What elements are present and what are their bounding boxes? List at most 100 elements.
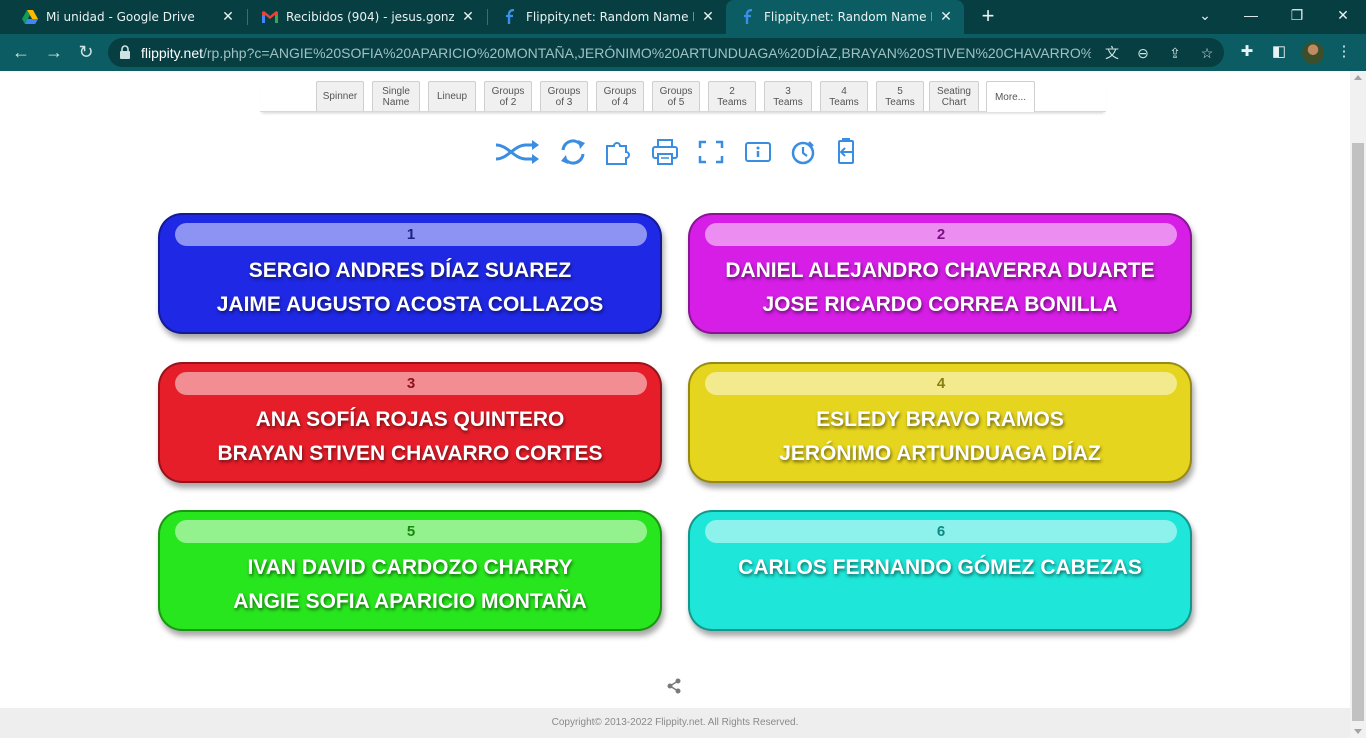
- close-tab-icon[interactable]: ✕: [938, 9, 954, 25]
- tab-label: 4: [841, 85, 847, 97]
- scroll-down-arrow-icon[interactable]: [1354, 729, 1362, 734]
- tab-label: Single: [382, 85, 410, 97]
- group-card-3: 3 ANA SOFÍA ROJAS QUINTERO BRAYAN STIVEN…: [158, 362, 662, 483]
- tab-title: Flippity.net: Random Name Picke: [764, 10, 932, 24]
- print-icon[interactable]: [650, 137, 680, 167]
- member-name: ANGIE SOFIA APARICIO MONTAÑA: [233, 590, 587, 613]
- tab-label: 3: [785, 85, 791, 97]
- scrollbar-thumb[interactable]: [1352, 143, 1364, 721]
- refresh-icon[interactable]: [558, 137, 588, 167]
- tab-groups-of-5[interactable]: Groups of 5: [652, 81, 700, 111]
- puzzle-icon[interactable]: [604, 137, 634, 167]
- zoom-icon[interactable]: ⊖: [1133, 43, 1153, 63]
- tab-label: Teams: [829, 96, 859, 108]
- scroll-up-arrow-icon[interactable]: [1354, 75, 1362, 80]
- tab-2-teams[interactable]: 2 Teams: [708, 81, 756, 111]
- tab-spinner[interactable]: Spinner: [316, 81, 364, 111]
- tab-label: Teams: [885, 96, 915, 108]
- tab-search-icon[interactable]: ⌄: [1182, 0, 1228, 30]
- group-card-2: 2 DANIEL ALEJANDRO CHAVERRA DUARTE JOSE …: [688, 213, 1192, 334]
- close-tab-icon[interactable]: ✕: [220, 9, 236, 25]
- browser-menu-icon[interactable]: ⋮: [1334, 42, 1354, 62]
- close-window-button[interactable]: ✕: [1320, 0, 1366, 30]
- address-bar[interactable]: flippity.net/rp.php?c=ANGIE%20SOFIA%20AP…: [108, 38, 1224, 67]
- tab-groups-of-4[interactable]: Groups of 4: [596, 81, 644, 111]
- reload-icon[interactable]: ↻: [74, 40, 98, 64]
- member-name: JERÓNIMO ARTUNDUAGA DÍAZ: [779, 442, 1101, 465]
- share-icon[interactable]: [665, 677, 683, 695]
- group-number-bar: 2: [705, 223, 1177, 246]
- timer-icon[interactable]: [789, 137, 819, 167]
- tab-lineup[interactable]: Lineup: [428, 81, 476, 111]
- tab-label: Seating: [937, 85, 971, 97]
- url-path: /rp.php?c=ANGIE%20SOFIA%20APARICIO%20MON…: [203, 45, 1091, 61]
- member-name: CARLOS FERNANDO GÓMEZ CABEZAS: [738, 556, 1142, 579]
- group-number-bar: 3: [175, 372, 647, 395]
- group-number-bar: 6: [705, 520, 1177, 543]
- side-panel-icon[interactable]: ◧: [1269, 42, 1289, 62]
- page-footer: Copyright© 2013-2022 Flippity.net. All R…: [0, 708, 1350, 738]
- translate-icon[interactable]: 文: [1102, 43, 1122, 63]
- close-tab-icon[interactable]: ✕: [700, 9, 716, 25]
- lock-icon: [120, 45, 130, 59]
- member-name: IVAN DAVID CARDOZO CHARRY: [247, 556, 573, 579]
- tab-label: 2: [729, 85, 735, 97]
- member-name: DANIEL ALEJANDRO CHAVERRA DUARTE: [725, 259, 1155, 282]
- tab-groups-of-2[interactable]: Groups of 2: [484, 81, 532, 111]
- browser-tab-strip: Mi unidad - Google Drive ✕ Recibidos (90…: [0, 0, 1366, 34]
- share-page-icon[interactable]: ⇪: [1165, 43, 1185, 63]
- maximize-button[interactable]: ❐: [1274, 0, 1320, 30]
- export-icon[interactable]: [831, 137, 861, 167]
- group-number-bar: 4: [705, 372, 1177, 395]
- flippity-icon: [502, 9, 518, 25]
- info-icon[interactable]: [743, 137, 773, 167]
- member-name: ANA SOFÍA ROJAS QUINTERO: [255, 408, 565, 431]
- tab-label: Groups: [659, 85, 693, 97]
- tab-3-teams[interactable]: 3 Teams: [764, 81, 812, 111]
- page-scrollbar[interactable]: [1350, 71, 1366, 738]
- tab-label: Chart: [941, 96, 967, 108]
- browser-tab-gmail[interactable]: Recibidos (904) - jesus.gonzalez@ ✕: [248, 0, 486, 34]
- tab-groups-of-3[interactable]: Groups of 3: [540, 81, 588, 111]
- fullscreen-icon[interactable]: [696, 137, 726, 167]
- close-tab-icon[interactable]: ✕: [460, 9, 476, 25]
- tab-label: Groups: [547, 85, 581, 97]
- forward-arrow-icon[interactable]: →: [42, 40, 66, 64]
- tab-more[interactable]: More...: [986, 81, 1035, 112]
- tab-seating-chart[interactable]: Seating Chart: [929, 81, 979, 111]
- tab-label: of 2: [499, 96, 517, 108]
- group-members: ESLEDY BRAVO RAMOS JERÓNIMO ARTUNDUAGA D…: [690, 403, 1190, 471]
- tab-4-teams[interactable]: 4 Teams: [820, 81, 868, 111]
- browser-tab-google-drive[interactable]: Mi unidad - Google Drive ✕: [8, 0, 246, 34]
- profile-avatar[interactable]: [1302, 42, 1324, 64]
- tab-label: of 3: [555, 96, 573, 108]
- tab-5-teams[interactable]: 5 Teams: [876, 81, 924, 111]
- member-name: BRAYAN STIVEN CHAVARRO CORTES: [217, 442, 603, 465]
- tab-title: Recibidos (904) - jesus.gonzalez@: [286, 10, 454, 24]
- back-arrow-icon[interactable]: ←: [9, 40, 33, 64]
- browser-tab-flippity-active[interactable]: Flippity.net: Random Name Picke ✕: [726, 0, 964, 34]
- browser-tab-flippity-1[interactable]: Flippity.net: Random Name Picker ✕: [488, 0, 726, 34]
- minimize-button[interactable]: —: [1228, 0, 1274, 30]
- new-tab-button[interactable]: +: [976, 4, 1000, 28]
- tab-single-name[interactable]: Single Name: [372, 81, 420, 111]
- member-name: JOSE RICARDO CORREA BONILLA: [762, 293, 1118, 316]
- group-number-bar: 1: [175, 223, 647, 246]
- shuffle-icon[interactable]: [494, 137, 540, 167]
- bookmark-star-icon[interactable]: ☆: [1197, 43, 1217, 63]
- tab-label: Lineup: [436, 91, 468, 102]
- group-number-bar: 5: [175, 520, 647, 543]
- tab-title: Mi unidad - Google Drive: [46, 10, 195, 24]
- tab-label: More...: [994, 91, 1027, 103]
- tab-label: Teams: [717, 96, 747, 108]
- group-card-5: 5 IVAN DAVID CARDOZO CHARRY ANGIE SOFIA …: [158, 510, 662, 631]
- tab-label: of 4: [611, 96, 629, 108]
- tab-label: of 5: [667, 96, 685, 108]
- gmail-icon: [262, 9, 278, 25]
- mode-tabs-bar: Spinner Single Name Lineup Groups of 2 Gro…: [260, 81, 1106, 112]
- tab-title: Flippity.net: Random Name Picker: [526, 10, 694, 24]
- tab-label: Groups: [491, 85, 525, 97]
- group-card-4: 4 ESLEDY BRAVO RAMOS JERÓNIMO ARTUNDUAGA…: [688, 362, 1192, 483]
- extensions-puzzle-icon[interactable]: ✚: [1237, 42, 1257, 62]
- group-card-6: 6 CARLOS FERNANDO GÓMEZ CABEZAS: [688, 510, 1192, 631]
